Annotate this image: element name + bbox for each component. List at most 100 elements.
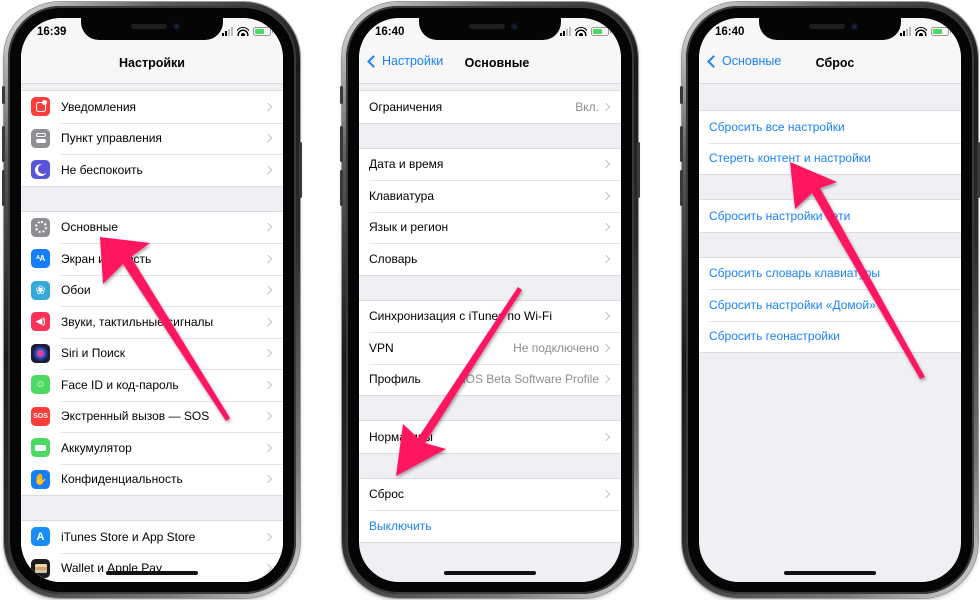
face-id-icon: ☺ bbox=[31, 375, 50, 395]
settings-item-battery[interactable]: Аккумулятор bbox=[21, 432, 283, 464]
settings-item-profile[interactable]: Профиль iOS Beta Software Profile bbox=[359, 363, 621, 396]
settings-item-label: Экстренный вызов — SOS bbox=[61, 409, 210, 424]
wallpaper-flower-icon: ❀ bbox=[31, 280, 50, 300]
settings-item-wallpaper[interactable]: ❀ Обои bbox=[21, 274, 283, 307]
settings-item-label: Основные bbox=[61, 220, 118, 235]
settings-group-2: Основные ᴬA Экран и яркость ❀ Обои ◀) Зв… bbox=[21, 210, 283, 496]
settings-item-privacy[interactable]: ✋ Конфиденциальность bbox=[21, 463, 283, 496]
battery-status-icon bbox=[591, 27, 611, 36]
reset-all-settings-button[interactable]: Сбросить все настройки bbox=[699, 111, 961, 143]
home-indicator[interactable] bbox=[784, 571, 876, 575]
cellular-signal-icon bbox=[222, 27, 233, 36]
settings-item-label: Язык и регион bbox=[369, 220, 449, 235]
settings-item-value: Не подключено bbox=[513, 340, 599, 355]
mute-switch bbox=[2, 86, 5, 104]
navigation-bar: Настройки Основные bbox=[359, 44, 621, 84]
settings-group-1: Уведомления Пункт управления Не беспокои… bbox=[21, 90, 283, 187]
settings-item-control-center[interactable]: Пункт управления bbox=[21, 122, 283, 155]
chevron-right-icon bbox=[263, 443, 273, 452]
wallet-icon bbox=[31, 558, 50, 578]
shut-down-button[interactable]: Выключить bbox=[359, 510, 621, 542]
side-button bbox=[299, 142, 302, 198]
chevron-right-icon bbox=[263, 223, 273, 232]
settings-item-label: Экран и яркость bbox=[61, 251, 152, 266]
settings-item-do-not-disturb[interactable]: Не беспокоить bbox=[21, 154, 283, 186]
navigation-bar: Настройки bbox=[21, 44, 283, 84]
phone-1: 16:39 Настройки Уведомления Пункт управл… bbox=[2, 2, 302, 598]
battery-status-icon bbox=[253, 27, 273, 36]
settings-item-restrictions[interactable]: Ограничения Вкл. bbox=[359, 91, 621, 123]
chevron-right-icon bbox=[263, 412, 273, 421]
erase-all-content-button[interactable]: Стереть контент и настройки bbox=[699, 142, 961, 175]
chevron-right-icon bbox=[601, 375, 611, 384]
settings-item-language-region[interactable]: Язык и регион bbox=[359, 211, 621, 244]
reset-location-privacy-button[interactable]: Сбросить геонастройки bbox=[699, 320, 961, 353]
settings-item-display[interactable]: ᴬA Экран и яркость bbox=[21, 243, 283, 275]
notifications-icon bbox=[31, 97, 50, 117]
settings-list: Уведомления Пункт управления Не беспокои… bbox=[21, 84, 283, 582]
reset-list: Сбросить все настройки Стереть контент и… bbox=[699, 84, 961, 582]
settings-item-siri[interactable]: Siri и Поиск bbox=[21, 337, 283, 370]
settings-item-label: Синхронизация с iTunes по Wi-Fi bbox=[369, 309, 552, 324]
mute-switch bbox=[340, 86, 343, 104]
settings-item-label: Дата и время bbox=[369, 157, 444, 172]
notch bbox=[759, 18, 901, 40]
general-group-2: Дата и время Клавиатура Язык и регион Сл… bbox=[359, 147, 621, 276]
wifi-icon bbox=[915, 27, 927, 36]
settings-item-value: iOS Beta Software Profile bbox=[462, 372, 599, 387]
settings-item-face-id[interactable]: ☺ Face ID и код-пароль bbox=[21, 369, 283, 401]
notch bbox=[419, 18, 561, 40]
chevron-right-icon bbox=[601, 312, 611, 321]
general-list: Ограничения Вкл. Дата и время Клавиатура… bbox=[359, 84, 621, 582]
settings-item-general[interactable]: Основные bbox=[21, 212, 283, 244]
status-time: 16:40 bbox=[375, 26, 405, 38]
status-time: 16:40 bbox=[715, 26, 745, 38]
chevron-right-icon bbox=[263, 532, 273, 541]
volume-down-button bbox=[340, 170, 343, 206]
chevron-right-icon bbox=[601, 490, 611, 499]
reset-home-screen-button[interactable]: Сбросить настройки «Домой» bbox=[699, 289, 961, 321]
settings-item-label: Уведомления bbox=[61, 99, 137, 114]
settings-item-keyboard[interactable]: Клавиатура bbox=[359, 180, 621, 212]
screen-general: 16:40 Настройки Основные Ограничения Вкл… bbox=[359, 18, 621, 582]
general-group-4: Нормативы bbox=[359, 420, 621, 454]
settings-item-emergency-sos[interactable]: SOS Экстренный вызов — SOS bbox=[21, 400, 283, 433]
settings-item-sounds[interactable]: ◀) Звуки, тактильные сигналы bbox=[21, 306, 283, 338]
settings-item-date-time[interactable]: Дата и время bbox=[359, 149, 621, 181]
reset-keyboard-dictionary-button[interactable]: Сбросить словарь клавиатуры bbox=[699, 258, 961, 290]
settings-item-reset[interactable]: Сброс bbox=[359, 479, 621, 511]
reset-network-settings-button[interactable]: Сбросить настройки сети bbox=[699, 200, 961, 232]
chevron-right-icon bbox=[263, 165, 273, 174]
settings-item-itunes-wifi-sync[interactable]: Синхронизация с iTunes по Wi-Fi bbox=[359, 301, 621, 333]
settings-item-wallet[interactable]: Wallet и Apple Pay bbox=[21, 552, 283, 583]
reset-group-3: Сбросить словарь клавиатуры Сбросить нас… bbox=[699, 256, 961, 353]
reset-group-1: Сбросить все настройки Стереть контент и… bbox=[699, 110, 961, 175]
settings-item-label: Пункт управления bbox=[61, 131, 162, 146]
settings-item-label: VPN bbox=[369, 340, 394, 355]
settings-item-app-store[interactable]: A iTunes Store и App Store bbox=[21, 521, 283, 553]
front-camera bbox=[851, 23, 858, 30]
battery-status-icon bbox=[931, 27, 951, 36]
reset-option-label: Сбросить настройки сети bbox=[709, 208, 851, 223]
settings-item-dictionary[interactable]: Словарь bbox=[359, 243, 621, 275]
settings-item-notifications[interactable]: Уведомления bbox=[21, 91, 283, 123]
cellular-signal-icon bbox=[560, 27, 571, 36]
settings-item-regulatory[interactable]: Нормативы bbox=[359, 421, 621, 453]
general-group-1: Ограничения Вкл. bbox=[359, 90, 621, 124]
mute-switch bbox=[680, 86, 683, 104]
chevron-right-icon bbox=[601, 223, 611, 232]
home-indicator[interactable] bbox=[444, 571, 536, 575]
home-indicator[interactable] bbox=[106, 571, 198, 575]
navigation-bar: Основные Сброс bbox=[699, 44, 961, 84]
phone-2: 16:40 Настройки Основные Ограничения Вкл… bbox=[340, 2, 640, 598]
notch bbox=[81, 18, 223, 40]
settings-item-vpn[interactable]: VPN Не подключено bbox=[359, 332, 621, 364]
settings-item-label: Конфиденциальность bbox=[61, 472, 183, 487]
general-group-3: Синхронизация с iTunes по Wi-Fi VPN Не п… bbox=[359, 299, 621, 396]
reset-group-2: Сбросить настройки сети bbox=[699, 199, 961, 233]
reset-option-label: Сбросить все настройки bbox=[709, 119, 845, 134]
chevron-right-icon bbox=[263, 254, 273, 263]
chevron-right-icon bbox=[263, 475, 273, 484]
volume-up-button bbox=[2, 126, 5, 162]
chevron-right-icon bbox=[601, 191, 611, 200]
